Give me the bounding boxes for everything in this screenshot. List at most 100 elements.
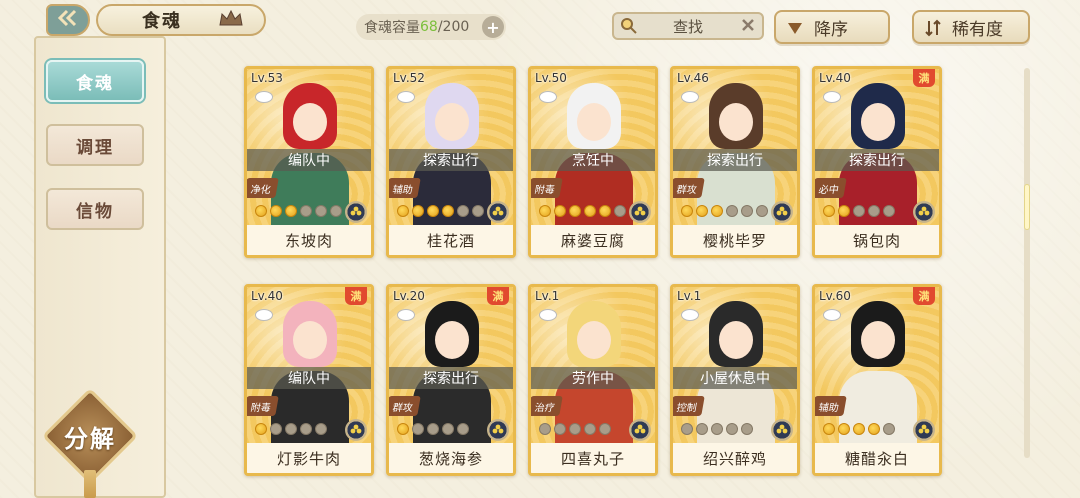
status-label: 编队中	[247, 149, 371, 171]
role-tag: 控制	[673, 396, 705, 416]
back-button[interactable]	[46, 4, 90, 36]
star-icon	[270, 205, 282, 217]
food-soul-card[interactable]: Lv.1 劳作中 治疗 四喜丸子	[528, 284, 658, 476]
portrait-face	[577, 321, 611, 359]
decompose-label[interactable]: 分解	[56, 418, 124, 454]
crown-button[interactable]	[214, 8, 248, 32]
star-icon	[883, 423, 895, 435]
close-icon[interactable]	[740, 17, 756, 37]
lock-toggle-icon[interactable]	[539, 91, 557, 103]
food-soul-card[interactable]: Lv.50 烹饪中 附毒 麻婆豆腐	[528, 66, 658, 258]
star-icon	[614, 205, 626, 217]
page-title-text: 食魂	[142, 11, 182, 32]
flower-gem-icon	[345, 201, 367, 223]
status-label: 烹饪中	[531, 149, 655, 171]
lock-toggle-icon[interactable]	[397, 91, 415, 103]
food-soul-card[interactable]: Lv.1 小屋休息中 控制 绍兴醉鸡	[670, 284, 800, 476]
status-label: 编队中	[247, 367, 371, 389]
food-soul-card[interactable]: Lv.60 满 辅助 糖醋汆白	[812, 284, 942, 476]
character-name: 樱桃毕罗	[673, 225, 797, 255]
star-icon	[726, 205, 738, 217]
star-icon	[397, 423, 409, 435]
level-label: Lv.46	[677, 71, 709, 85]
star-rating	[681, 205, 768, 219]
food-soul-card[interactable]: Lv.46 探索出行 群攻 樱桃毕罗	[670, 66, 800, 258]
star-rating	[397, 205, 484, 219]
flower-gem-icon	[629, 201, 651, 223]
level-label: Lv.53	[251, 71, 283, 85]
star-icon	[696, 423, 708, 435]
star-icon	[412, 423, 424, 435]
star-icon	[442, 423, 454, 435]
role-tag: 辅助	[389, 178, 421, 198]
star-icon	[823, 423, 835, 435]
sort-descending-button[interactable]: 降序	[774, 10, 890, 44]
food-soul-card[interactable]: Lv.40 满 编队中 附毒 灯影牛肉	[244, 284, 374, 476]
flower-gem-icon	[487, 419, 509, 441]
star-icon	[442, 205, 454, 217]
search-icon	[620, 17, 638, 39]
star-icon	[412, 205, 424, 217]
character-name: 糖醋汆白	[815, 443, 939, 473]
food-soul-card[interactable]: Lv.53 编队中 净化 东坡肉	[244, 66, 374, 258]
star-icon	[853, 205, 865, 217]
role-tag: 群攻	[389, 396, 421, 416]
lock-toggle-icon[interactable]	[823, 91, 841, 103]
search-input[interactable]: 查找	[612, 12, 764, 40]
portrait-face	[719, 321, 753, 359]
food-soul-card[interactable]: Lv.52 探索出行 辅助 桂花酒	[386, 66, 516, 258]
max-badge: 满	[913, 287, 935, 305]
status-label: 探索出行	[389, 367, 513, 389]
star-icon	[315, 423, 327, 435]
star-icon	[599, 423, 611, 435]
level-label: Lv.50	[535, 71, 567, 85]
star-icon	[255, 423, 267, 435]
star-icon	[741, 423, 753, 435]
food-soul-card[interactable]: Lv.40 满 探索出行 必中 锅包肉	[812, 66, 942, 258]
lock-toggle-icon[interactable]	[681, 91, 699, 103]
lock-toggle-icon[interactable]	[255, 309, 273, 321]
character-name: 四喜丸子	[531, 443, 655, 473]
star-icon	[397, 205, 409, 217]
star-icon	[554, 205, 566, 217]
max-badge: 满	[487, 287, 509, 305]
character-name: 葱烧海参	[389, 443, 513, 473]
portrait-face	[861, 321, 895, 359]
star-icon	[756, 205, 768, 217]
food-soul-card[interactable]: Lv.20 满 探索出行 群攻 葱烧海参	[386, 284, 516, 476]
star-icon	[883, 205, 895, 217]
star-rating	[823, 205, 895, 219]
role-tag: 必中	[815, 178, 847, 198]
flower-gem-icon	[345, 419, 367, 441]
lock-toggle-icon[interactable]	[823, 309, 841, 321]
tassel-decoration	[84, 470, 96, 498]
level-label: Lv.60	[819, 289, 851, 303]
star-icon	[584, 423, 596, 435]
flower-gem-icon	[487, 201, 509, 223]
lock-toggle-icon[interactable]	[539, 309, 557, 321]
sort-rarity-button[interactable]: 稀有度	[912, 10, 1030, 44]
tab-conditioning[interactable]: 调理	[46, 124, 144, 166]
portrait-face	[577, 103, 611, 141]
portrait-face	[861, 103, 895, 141]
star-rating	[255, 205, 342, 219]
scrollbar-track[interactable]	[1024, 68, 1030, 458]
lock-toggle-icon[interactable]	[255, 91, 273, 103]
star-icon	[569, 205, 581, 217]
tab-tokens[interactable]: 信物	[46, 188, 144, 230]
scrollbar-thumb[interactable]	[1024, 184, 1030, 230]
tab-label: 食魂	[76, 73, 114, 94]
lock-toggle-icon[interactable]	[397, 309, 415, 321]
capacity-add-button[interactable]: +	[482, 16, 504, 38]
lock-toggle-icon[interactable]	[681, 309, 699, 321]
tab-food-souls[interactable]: 食魂	[46, 60, 144, 102]
capacity-max: /200	[437, 19, 470, 35]
status-label: 劳作中	[531, 367, 655, 389]
role-tag: 治疗	[531, 396, 563, 416]
role-tag: 附毒	[247, 396, 279, 416]
status-label: 探索出行	[673, 149, 797, 171]
status-label: 探索出行	[815, 149, 939, 171]
portrait-face	[435, 103, 469, 141]
level-label: Lv.40	[819, 71, 851, 85]
status-label: 小屋休息中	[673, 367, 797, 389]
